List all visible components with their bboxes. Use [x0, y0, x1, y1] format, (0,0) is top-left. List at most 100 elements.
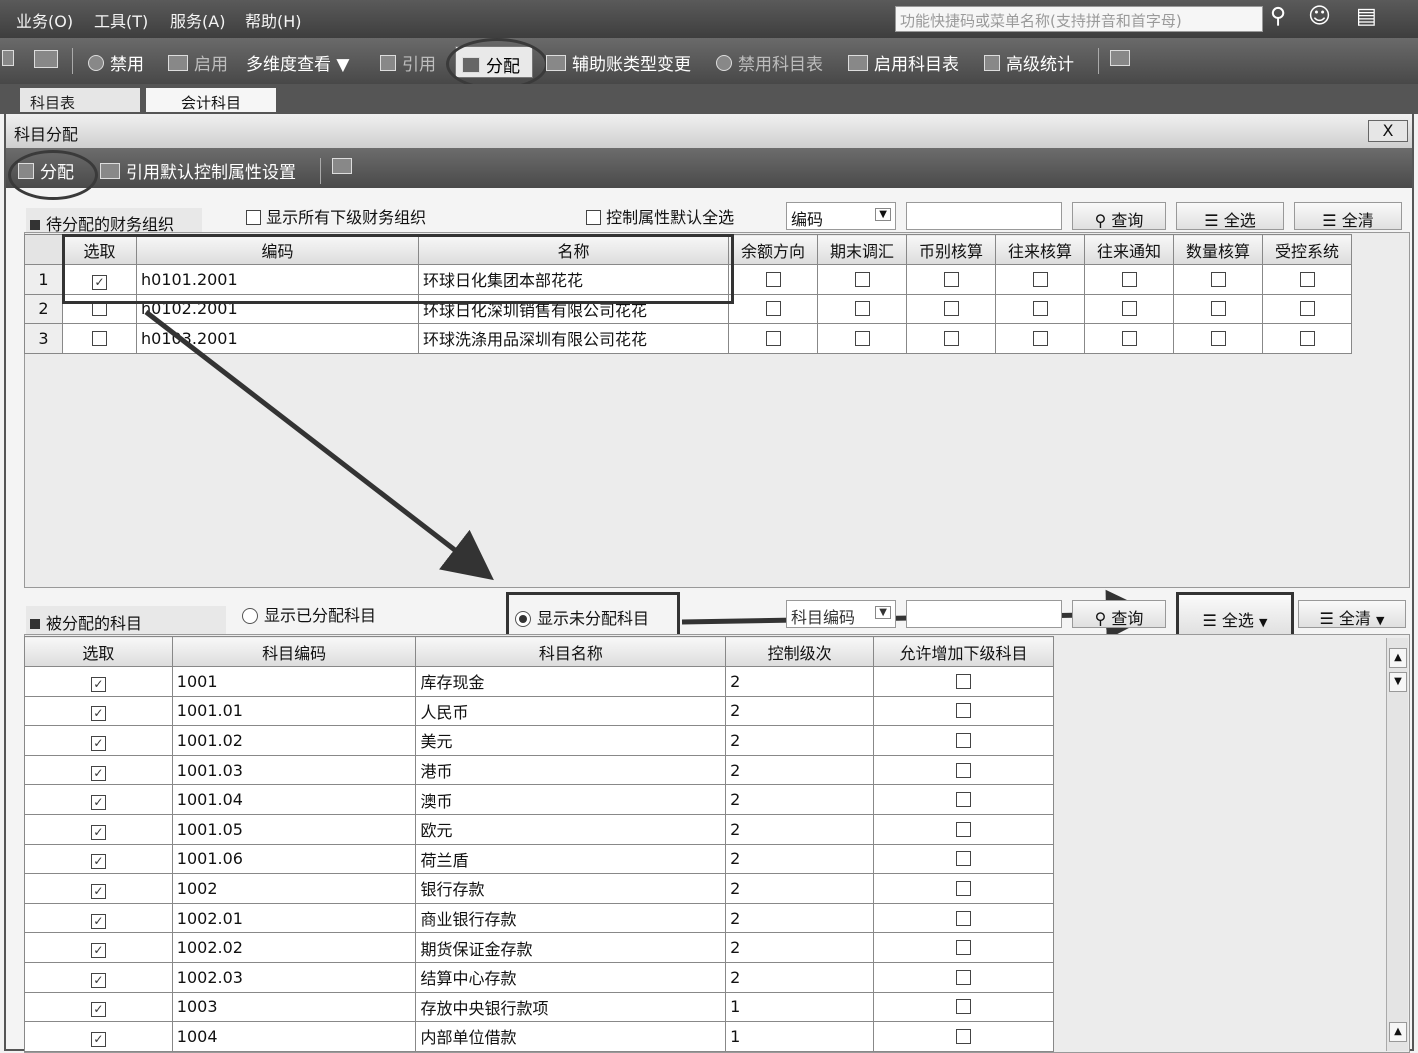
subject-code: 1001.06: [171, 843, 417, 875]
subject-name: 期货保证金存款: [415, 932, 727, 963]
control-level: 2: [725, 902, 875, 934]
menu-bar: 业务(O) 工具(T) 服务(A) 帮助(H) 功能快捷码或菜单名称(支持拼音和…: [0, 0, 1418, 38]
subject-code: 1002.03: [171, 961, 417, 993]
show-assigned-radio[interactable]: 显示已分配科目: [242, 602, 376, 626]
allow-sub-checkbox[interactable]: [873, 902, 1054, 934]
scroll-top-icon[interactable]: ▲: [1389, 1022, 1407, 1042]
menu-tools[interactable]: 工具(T): [94, 8, 148, 32]
subject-row[interactable]: ✓ 1001.02 美元 2: [24, 725, 1054, 756]
allow-sub-checkbox[interactable]: [873, 666, 1054, 697]
select-checkbox[interactable]: ✓: [24, 784, 173, 815]
allow-sub-checkbox[interactable]: [873, 813, 1054, 845]
select-checkbox[interactable]: ✓: [24, 666, 173, 697]
nav-icon[interactable]: [2, 50, 20, 70]
col-subject-code: 科目编码: [171, 636, 417, 667]
subject-name: 荷兰盾: [415, 843, 727, 875]
subject-row[interactable]: ✓ 1001.04 澳币 2: [24, 784, 1054, 815]
tab-accounting-subject[interactable]: 会计科目: [146, 88, 276, 114]
select-checkbox[interactable]: ✓: [24, 813, 173, 845]
select-checkbox[interactable]: ✓: [24, 932, 173, 963]
subject-name: 结算中心存款: [415, 961, 727, 993]
select-checkbox[interactable]: ✓: [24, 843, 173, 875]
subject-name: 内部单位借款: [415, 1021, 727, 1052]
control-level: 2: [725, 813, 875, 845]
tab-subject-table[interactable]: 科目表: [20, 88, 140, 114]
subject-row[interactable]: ✓ 1001.05 欧元 2: [24, 813, 1054, 845]
select-checkbox[interactable]: ✓: [24, 1021, 173, 1052]
allow-sub-checkbox[interactable]: [873, 754, 1054, 786]
quote-button[interactable]: 引用: [380, 50, 436, 75]
allow-sub-checkbox[interactable]: [873, 695, 1054, 727]
lower-search-field-select[interactable]: 科目编码 ▼: [786, 600, 896, 628]
subject-code: 1001.01: [171, 695, 417, 727]
enable-button[interactable]: 启用: [168, 50, 228, 75]
select-checkbox[interactable]: ✓: [24, 902, 173, 934]
aux-type-change-button[interactable]: 辅助账类型变更: [546, 50, 691, 75]
show-unassigned-radio[interactable]: 显示未分配科目: [506, 592, 680, 640]
subject-name: 存放中央银行款项: [415, 991, 727, 1023]
search-icon[interactable]: ⚲: [1270, 4, 1286, 29]
subject-row[interactable]: ✓ 1001.03 港币 2: [24, 754, 1054, 786]
allow-sub-checkbox[interactable]: [873, 932, 1054, 963]
menu-business[interactable]: 业务(O): [16, 8, 73, 32]
allow-sub-checkbox[interactable]: [873, 991, 1054, 1023]
subject-row[interactable]: ✓ 1002.03 结算中心存款 2: [24, 961, 1054, 993]
control-level: 2: [725, 784, 875, 815]
scroll-up-icon[interactable]: ▲: [1389, 648, 1407, 668]
allow-sub-checkbox[interactable]: [873, 873, 1054, 904]
col-allow-sub: 允许增加下级科目: [873, 636, 1054, 667]
enable-table-button[interactable]: 启用科目表: [848, 50, 959, 75]
select-checkbox[interactable]: ✓: [24, 725, 173, 756]
subject-row[interactable]: ✓ 1002 银行存款 2: [24, 873, 1054, 904]
subject-row[interactable]: ✓ 1002.02 期货保证金存款 2: [24, 932, 1054, 963]
advanced-stats-button[interactable]: 高级统计: [984, 50, 1074, 75]
print-icon[interactable]: [34, 50, 64, 72]
select-checkbox[interactable]: ✓: [24, 873, 173, 904]
allow-sub-checkbox[interactable]: [873, 725, 1054, 756]
select-checkbox[interactable]: ✓: [24, 961, 173, 993]
lower-query-button[interactable]: ⚲ 查询: [1072, 600, 1166, 628]
select-checkbox[interactable]: ✓: [24, 991, 173, 1023]
allow-sub-checkbox[interactable]: [873, 784, 1054, 815]
allow-sub-checkbox[interactable]: [873, 1021, 1054, 1052]
multi-view-button[interactable]: 多维度查看 ▼: [246, 50, 349, 75]
list-icon: ☰: [1202, 611, 1217, 630]
disable-table-button[interactable]: 禁用科目表: [716, 50, 823, 75]
lower-clear-all-button[interactable]: ☰ 全清 ▼: [1298, 600, 1406, 628]
main-toolbar: 禁用 启用 多维度查看 ▼ 引用 分配 辅助账类型变更 禁用科目表 启用科目表 …: [0, 38, 1418, 90]
subject-row[interactable]: ✓ 1002.01 商业银行存款 2: [24, 902, 1054, 934]
vertical-scrollbar[interactable]: ▲ ▼ ▲: [1386, 638, 1408, 1051]
control-level: 2: [725, 932, 875, 963]
select-checkbox[interactable]: ✓: [24, 754, 173, 786]
allow-sub-checkbox[interactable]: [873, 961, 1054, 993]
menu-service[interactable]: 服务(A): [170, 8, 225, 32]
menu-help[interactable]: 帮助(H): [245, 8, 302, 32]
scroll-down-icon[interactable]: ▼: [1389, 672, 1407, 692]
lower-select-all-button[interactable]: ☰ 全选 ▼: [1176, 592, 1294, 638]
subject-row[interactable]: ✓ 1001.01 人民币 2: [24, 695, 1054, 727]
subject-row[interactable]: ✓ 1003 存放中央银行款项 1: [24, 991, 1054, 1023]
message-icon[interactable]: ▤: [1356, 4, 1377, 29]
allow-sub-checkbox[interactable]: [873, 843, 1054, 875]
list-icon: ☰: [1319, 609, 1334, 628]
tab-bar: 科目表 会计科目: [0, 84, 1418, 114]
subject-code: 1002: [171, 873, 417, 904]
subject-name: 港币: [415, 754, 727, 786]
exit-icon[interactable]: [1110, 50, 1136, 70]
subject-name: 欧元: [415, 813, 727, 845]
quick-search-input[interactable]: 功能快捷码或菜单名称(支持拼音和首字母): [895, 6, 1263, 32]
col-subject-name: 科目名称: [415, 636, 727, 667]
disable-button[interactable]: 禁用: [88, 50, 144, 75]
subject-code: 1002.02: [171, 932, 417, 963]
col-control-level: 控制级次: [725, 636, 875, 667]
subject-row[interactable]: ✓ 1001 库存现金 2: [24, 666, 1054, 697]
subject-code: 1004: [171, 1021, 417, 1052]
subject-code: 1001.04: [171, 784, 417, 815]
lower-search-input[interactable]: [906, 600, 1062, 628]
smiley-icon[interactable]: ☺: [1308, 4, 1331, 29]
subject-row[interactable]: ✓ 1001.06 荷兰盾 2: [24, 843, 1054, 875]
subject-code: 1001.02: [171, 725, 417, 756]
subject-row[interactable]: ✓ 1004 内部单位借款 1: [24, 1021, 1054, 1052]
subject-code: 1001.03: [171, 754, 417, 786]
select-checkbox[interactable]: ✓: [24, 695, 173, 727]
